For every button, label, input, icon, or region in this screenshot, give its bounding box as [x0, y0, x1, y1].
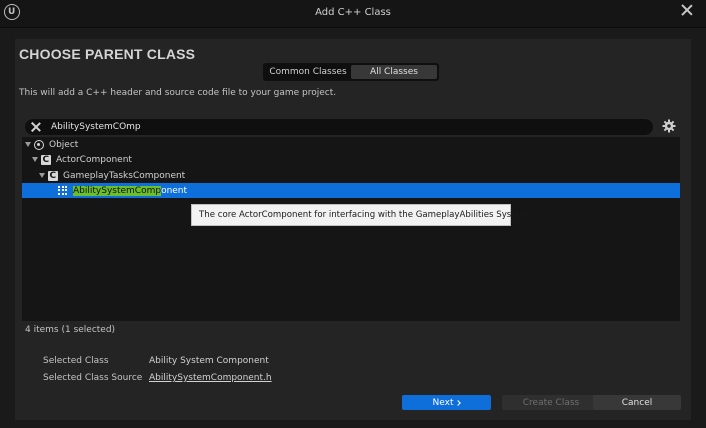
search-match-highlight: AbilitySystemComp — [73, 185, 162, 196]
class-filter-tabs: Common Classes All Classes — [263, 63, 439, 81]
class-tooltip: The core ActorComponent for interfacing … — [191, 204, 528, 226]
next-label: Next — [432, 397, 454, 408]
expand-arrow-icon[interactable] — [32, 157, 38, 162]
expand-arrow-icon[interactable] — [25, 142, 31, 147]
clear-search-icon[interactable] — [31, 122, 41, 132]
selected-class-value: Ability System Component — [149, 356, 269, 366]
search-input[interactable] — [51, 120, 641, 134]
cpp-class-icon: C — [41, 154, 51, 165]
tree-item-label: AbilitySystemComponent — [73, 185, 188, 196]
class-tree: Object C ActorComponent C GameplayTasksC… — [22, 137, 680, 321]
gear-icon[interactable] — [662, 119, 676, 133]
page-title: CHOOSE PARENT CLASS — [19, 46, 196, 62]
title-bar: U Add C++ Class — [0, 0, 706, 28]
close-icon[interactable] — [680, 3, 694, 17]
expand-arrow-icon[interactable] — [39, 173, 45, 178]
create-class-button[interactable]: Create Class — [502, 395, 600, 410]
object-icon — [34, 139, 44, 150]
next-button[interactable]: Next — [402, 395, 491, 410]
tree-item-actor-component[interactable]: C ActorComponent — [22, 152, 680, 167]
selected-class-label: Selected Class — [43, 356, 109, 366]
chevron-right-icon — [455, 400, 462, 406]
window-title: Add C++ Class — [315, 7, 391, 18]
description-text: This will add a C++ header and source co… — [19, 88, 337, 98]
search-box — [25, 119, 653, 135]
tree-item-label: Object — [49, 139, 79, 150]
tab-common-classes[interactable]: Common Classes — [265, 65, 351, 79]
tree-item-object[interactable]: Object — [22, 137, 680, 152]
item-count: 4 items (1 selected) — [25, 325, 116, 335]
tree-item-ability-system-component[interactable]: AbilitySystemComponent — [22, 183, 680, 198]
selected-source-link[interactable]: AbilitySystemComponent.h — [149, 373, 272, 383]
selected-source-label: Selected Class Source — [43, 373, 143, 383]
tab-all-classes[interactable]: All Classes — [351, 65, 437, 79]
tree-item-label: GameplayTasksComponent — [63, 170, 186, 181]
cancel-button[interactable]: Cancel — [593, 395, 681, 410]
tree-item-label: ActorComponent — [56, 154, 132, 165]
component-icon — [58, 185, 68, 196]
dialog-panel: CHOOSE PARENT CLASS Common Classes All C… — [15, 39, 691, 420]
label-remainder: onent — [161, 185, 188, 196]
tree-item-gameplay-tasks-component[interactable]: C GameplayTasksComponent — [22, 168, 680, 183]
cpp-class-icon: C — [48, 170, 58, 181]
